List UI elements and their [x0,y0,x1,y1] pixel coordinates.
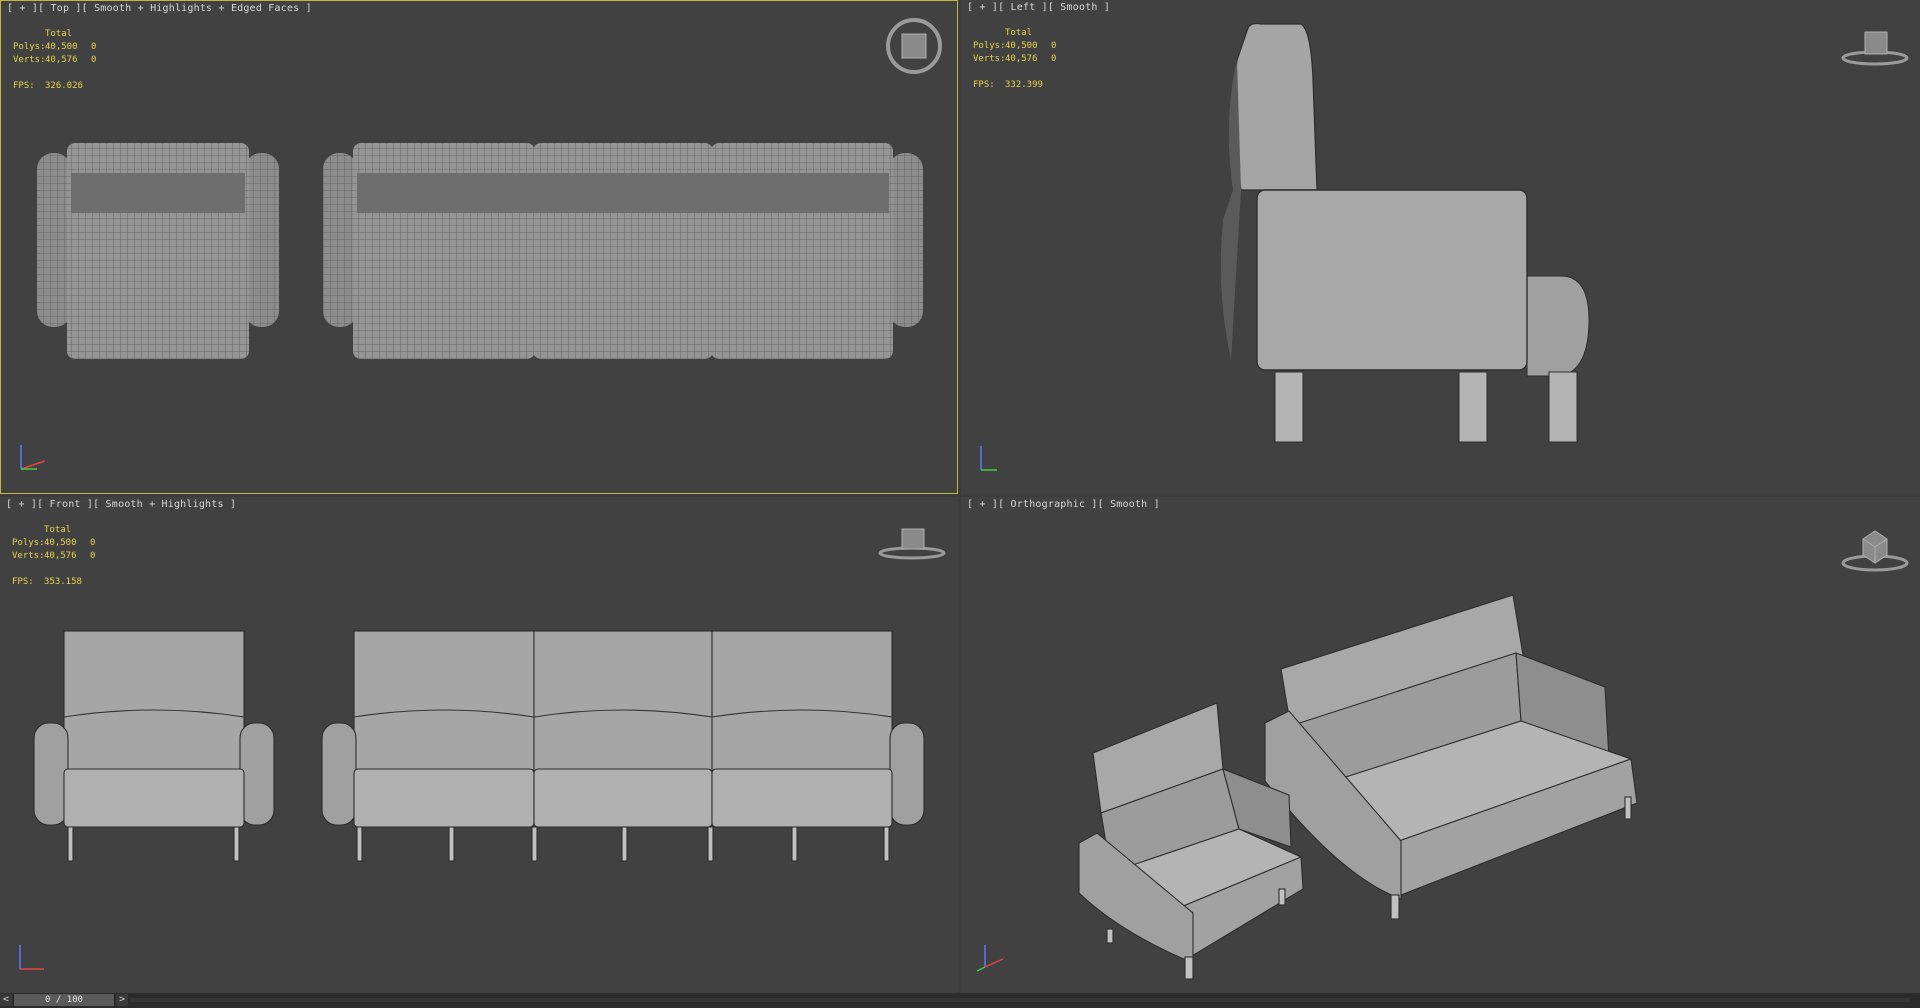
front-view-scene [33,630,925,862]
viewcube-front[interactable] [878,525,946,565]
sofa-ortho-model [1264,594,1638,920]
sofa-front-model [321,630,925,862]
time-slider[interactable]: 0 / 100 [14,994,114,1006]
sofa-top-wireframe [323,143,923,359]
axis-gizmo-orthographic [975,939,1011,979]
axis-gizmo-front [14,939,50,979]
timeline-track[interactable] [130,998,1910,1002]
top-view-scene [37,143,923,359]
viewcube-top[interactable] [885,17,943,79]
viewport-front[interactable]: [ + ][ Front ][ Smooth + Highlights ] To… [0,497,958,993]
armchair-front-model [33,630,275,862]
timeline-bar: < 0 / 100 > [0,993,1920,1008]
armchair-top-wireframe [37,143,279,359]
left-view-scene [1220,22,1590,443]
timeline-prev-button[interactable]: < [0,994,12,1006]
orthographic-view-scene [1078,594,1638,980]
timeline-next-button[interactable]: > [116,994,128,1006]
sofa-side-model [1220,22,1590,443]
viewport-orthographic[interactable]: [ + ][ Orthographic ][ Smooth ] [961,497,1920,993]
viewcube-left[interactable] [1841,20,1909,72]
viewport-left[interactable]: [ + ][ Left ][ Smooth ] Total Polys:40,5… [961,0,1920,494]
viewcube-orthographic[interactable] [1841,521,1909,577]
axis-gizmo-left [975,440,1011,480]
axis-gizmo-top [15,439,51,479]
viewport-top[interactable]: [ + ][ Top ][ Smooth + Highlights + Edge… [0,0,958,494]
